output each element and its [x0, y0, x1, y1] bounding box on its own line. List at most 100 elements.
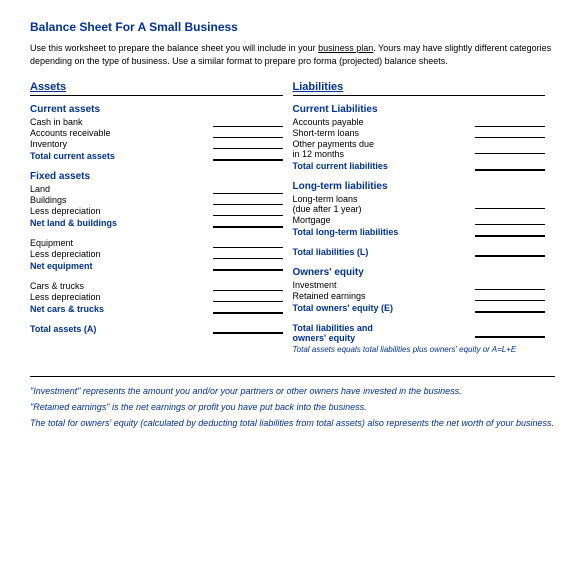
item-label: Long-term loans(due after 1 year): [293, 194, 471, 214]
item-label: Investment: [293, 280, 471, 290]
input-line: [475, 117, 545, 127]
longterm-title: Long-term liabilities: [293, 181, 546, 192]
total-label: Total long-term liabilities: [293, 227, 471, 237]
total-longterm: Total long-term liabilities: [293, 227, 546, 237]
input-line: [213, 195, 283, 205]
equity-section: Owners' equity Investment Retained earni…: [293, 267, 546, 313]
assets-column: Assets Current assets Cash in bank Accou…: [30, 81, 293, 365]
fixed-assets-section: Fixed assets Land Buildings Less depreci…: [30, 171, 283, 228]
total-line-underline: [213, 261, 283, 271]
item-label: Short-term loans: [293, 128, 471, 138]
current-liabilities-section: Current Liabilities Accounts payable Sho…: [293, 104, 546, 171]
current-assets-title: Current assets: [30, 104, 283, 115]
list-item: Buildings: [30, 195, 283, 205]
net-equipment: Net equipment: [30, 261, 283, 271]
total-liab-equity: Total liabilities and owners' equity: [293, 323, 546, 343]
total-liabilities-section: Total liabilities (L): [293, 247, 546, 257]
fixed-assets-title: Fixed assets: [30, 171, 283, 182]
list-item: Cars & trucks: [30, 281, 283, 291]
current-liabilities-title: Current Liabilities: [293, 104, 546, 115]
item-label: Retained earnings: [293, 291, 471, 301]
total-label: Net equipment: [30, 261, 208, 271]
total-current-assets: Total current assets: [30, 151, 283, 161]
total-liab-equity-line: [475, 328, 545, 338]
equipment-section: Equipment Less depreciation Net equipmen…: [30, 238, 283, 271]
list-item: Equipment: [30, 238, 283, 248]
intro-text: Use this worksheet to prepare the balanc…: [30, 42, 555, 67]
page-title: Balance Sheet For A Small Business: [30, 20, 555, 34]
item-label: Other payments duein 12 months: [293, 139, 471, 159]
total-liabilities: Total liabilities (L): [293, 247, 546, 257]
total-label: Net land & buildings: [30, 218, 208, 228]
input-line: [475, 215, 545, 225]
total-label: Total current assets: [30, 151, 208, 161]
footnotes-section: "Investment" represents the amount you a…: [30, 376, 555, 429]
item-label: Cash in bank: [30, 117, 208, 127]
item-label: Cars & trucks: [30, 281, 208, 291]
liabilities-header: Liabilities: [293, 81, 546, 96]
net-cars: Net cars & trucks: [30, 304, 283, 314]
total-line-underline: [213, 304, 283, 314]
list-item: Investment: [293, 280, 546, 290]
list-item: Mortgage: [293, 215, 546, 225]
total-assets: Total assets (A): [30, 324, 283, 334]
list-item: Short-term loans: [293, 128, 546, 138]
total-assets-label: Total assets (A): [30, 324, 208, 334]
total-line-underline: [213, 151, 283, 161]
list-item: Less depreciation: [30, 206, 283, 216]
total-line-underline: [475, 161, 545, 171]
item-label: Less depreciation: [30, 206, 208, 216]
list-item: Land: [30, 184, 283, 194]
total-current-liabilities: Total current liabilities: [293, 161, 546, 171]
total-equity-label: Total owners' equity (E): [293, 303, 471, 313]
current-assets-section: Current assets Cash in bank Accounts rec…: [30, 104, 283, 161]
list-item: Accounts payable: [293, 117, 546, 127]
total-line-underline: [475, 227, 545, 237]
total-equity-line: [475, 303, 545, 313]
item-label: Buildings: [30, 195, 208, 205]
main-columns: Assets Current assets Cash in bank Accou…: [30, 81, 555, 365]
input-line: [475, 128, 545, 138]
total-label: Net cars & trucks: [30, 304, 208, 314]
liabilities-column: Liabilities Current Liabilities Accounts…: [293, 81, 556, 365]
equity-title: Owners' equity: [293, 267, 546, 278]
total-liabilities-line: [475, 247, 545, 257]
list-item: Accounts receivable: [30, 128, 283, 138]
list-item: Retained earnings: [293, 291, 546, 301]
total-liabilities-label: Total liabilities (L): [293, 247, 471, 257]
footnote-2: "Retained earnings" is the net earnings …: [30, 401, 555, 413]
net-land-buildings: Net land & buildings: [30, 218, 283, 228]
item-label: Mortgage: [293, 215, 471, 225]
longterm-liabilities-section: Long-term liabilities Long-term loans(du…: [293, 181, 546, 237]
total-assets-section: Total assets (A): [30, 324, 283, 334]
input-line: [213, 117, 283, 127]
input-line: [213, 292, 283, 302]
input-line: [475, 199, 545, 209]
cars-section: Cars & trucks Less depreciation Net cars…: [30, 281, 283, 314]
input-line: [213, 249, 283, 259]
input-line: [213, 128, 283, 138]
list-item: Less depreciation: [30, 292, 283, 302]
total-label: Total current liabilities: [293, 161, 471, 171]
total-liab-equity-section: Total liabilities and owners' equity Tot…: [293, 323, 546, 355]
item-label: Accounts receivable: [30, 128, 208, 138]
item-label: Inventory: [30, 139, 208, 149]
item-label: Land: [30, 184, 208, 194]
item-label: Accounts payable: [293, 117, 471, 127]
footnote-3: The total for owners' equity (calculated…: [30, 417, 555, 429]
list-item: Cash in bank: [30, 117, 283, 127]
total-equity: Total owners' equity (E): [293, 303, 546, 313]
input-line: [213, 238, 283, 248]
list-item: Inventory: [30, 139, 283, 149]
input-line: [475, 291, 545, 301]
list-item: Other payments duein 12 months: [293, 139, 546, 159]
total-line-underline: [213, 218, 283, 228]
list-item: Long-term loans(due after 1 year): [293, 194, 546, 214]
list-item: Less depreciation: [30, 249, 283, 259]
assets-header: Assets: [30, 81, 283, 96]
input-line: [213, 139, 283, 149]
input-line: [475, 280, 545, 290]
input-line: [475, 144, 545, 154]
total-liab-equity-label: Total liabilities and owners' equity: [293, 323, 471, 343]
item-label: Equipment: [30, 238, 208, 248]
